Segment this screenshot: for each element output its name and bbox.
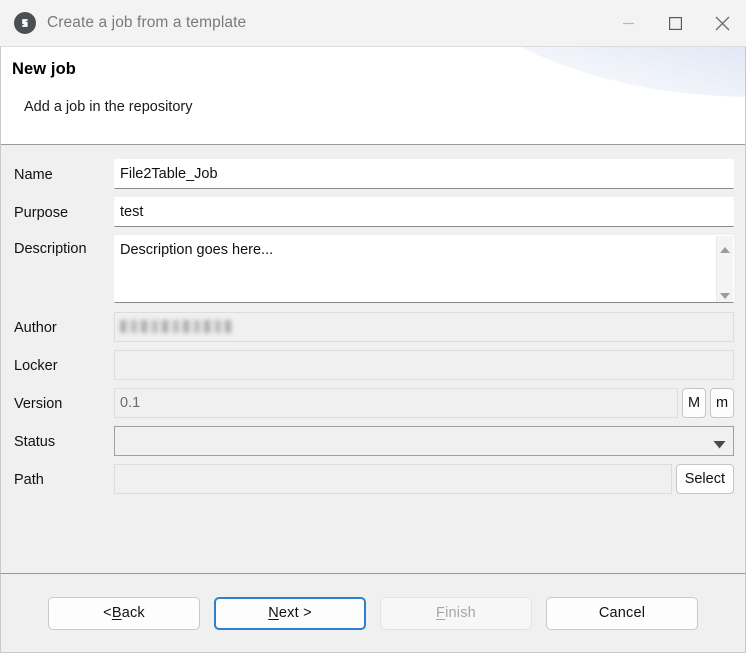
version-control: 0.1 M m <box>114 388 734 418</box>
row-author: Author <box>1 312 745 343</box>
row-status: Status <box>1 426 745 457</box>
description-control: Description goes here... <box>114 235 734 303</box>
scroll-down-arrow-icon[interactable] <box>719 287 731 295</box>
dialog-window: Create a job from a template <box>0 0 746 653</box>
finish-mnemonic: F <box>436 605 445 621</box>
purpose-label: Purpose <box>14 197 114 228</box>
banner-swoosh-decoration <box>425 46 746 97</box>
description-textarea[interactable]: Description goes here... <box>114 235 734 303</box>
description-label: Description <box>14 235 114 262</box>
description-scrollbar[interactable] <box>716 236 733 302</box>
finish-button: Finish <box>380 597 532 630</box>
talend-logo-icon <box>14 12 36 34</box>
name-control: File2Table_Job <box>114 159 734 189</box>
version-label: Version <box>14 388 114 419</box>
row-name: Name File2Table_Job <box>1 159 745 190</box>
window-controls <box>605 0 746 46</box>
version-input: 0.1 <box>114 388 678 418</box>
cancel-button[interactable]: Cancel <box>546 597 698 630</box>
row-locker: Locker <box>1 350 745 381</box>
next-post: ext > <box>279 605 312 621</box>
status-label: Status <box>14 426 114 457</box>
minimize-icon[interactable] <box>605 0 652 46</box>
row-path: Path Select <box>1 464 745 495</box>
window-title: Create a job from a template <box>47 14 246 32</box>
locker-control <box>114 350 734 380</box>
back-pre: < <box>103 605 112 621</box>
form-body: Name File2Table_Job Purpose test Descrip… <box>0 145 746 573</box>
row-purpose: Purpose test <box>1 197 745 228</box>
row-version: Version 0.1 M m <box>1 388 745 419</box>
author-redacted-value <box>120 320 232 333</box>
path-select-button[interactable]: Select <box>676 464 734 494</box>
author-control <box>114 312 734 342</box>
row-description: Description Description goes here... <box>1 235 745 303</box>
path-control: Select <box>114 464 734 494</box>
locker-label: Locker <box>14 350 114 381</box>
title-bar-left: Create a job from a template <box>0 12 605 34</box>
path-label: Path <box>14 464 114 495</box>
back-post: ack <box>122 605 145 621</box>
version-minor-button[interactable]: m <box>710 388 734 418</box>
purpose-input[interactable]: test <box>114 197 734 227</box>
description-input[interactable]: Description goes here... <box>115 236 716 302</box>
dropdown-arrow-icon[interactable] <box>713 437 726 446</box>
next-button[interactable]: Next > <box>214 597 366 630</box>
back-button[interactable]: < Back <box>48 597 200 630</box>
title-bar: Create a job from a template <box>0 0 746 46</box>
back-mnemonic: B <box>112 605 122 621</box>
author-label: Author <box>14 312 114 343</box>
finish-post: inish <box>445 605 476 621</box>
page-subtitle: Add a job in the repository <box>24 99 192 115</box>
close-icon[interactable] <box>699 0 746 46</box>
version-major-button[interactable]: M <box>682 388 706 418</box>
next-mnemonic: N <box>268 605 279 621</box>
cancel-label: Cancel <box>599 605 645 621</box>
author-input <box>114 312 734 342</box>
path-input <box>114 464 672 494</box>
maximize-icon[interactable] <box>652 0 699 46</box>
scroll-up-arrow-icon[interactable] <box>719 241 731 249</box>
purpose-control: test <box>114 197 734 227</box>
locker-input <box>114 350 734 380</box>
name-input[interactable]: File2Table_Job <box>114 159 734 189</box>
dialog-banner: New job Add a job in the repository <box>0 46 746 145</box>
status-dropdown[interactable] <box>114 426 734 456</box>
status-control <box>114 426 734 456</box>
name-label: Name <box>14 159 114 190</box>
dialog-footer: < Back Next > Finish Cancel <box>0 573 746 653</box>
page-title: New job <box>12 60 76 79</box>
